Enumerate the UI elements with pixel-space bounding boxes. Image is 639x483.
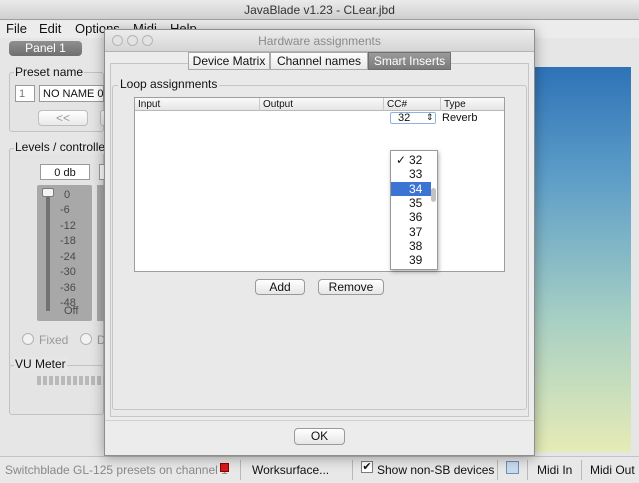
ok-button[interactable]: OK — [294, 428, 345, 445]
fader-tick: -18 — [60, 235, 76, 247]
table-header: Input Output CC# Type — [135, 98, 504, 111]
cc-option[interactable]: 38 — [391, 239, 431, 253]
loop-assignments-title: Loop assignments — [118, 77, 220, 91]
cc-option[interactable]: 39 — [391, 253, 431, 267]
checkmark-icon: ✓ — [396, 153, 407, 167]
tab-smart-inserts[interactable]: Smart Inserts — [368, 52, 451, 70]
cc-option[interactable]: ✓ 32 — [391, 153, 431, 167]
cc-option[interactable]: 35 — [391, 196, 431, 210]
loop-assignments-table: Input Output CC# Type 32 ⇕ Reverb — [134, 97, 505, 272]
tab-device-matrix[interactable]: Device Matrix — [188, 52, 270, 70]
add-button[interactable]: Add — [255, 279, 305, 295]
midi-out-indicator: Midi Out — [590, 463, 635, 477]
preset-name-field[interactable]: NO NAME 00 — [39, 85, 104, 102]
window-icon[interactable] — [506, 461, 519, 474]
worksurface-button[interactable]: Worksurface... — [252, 463, 329, 477]
status-separator — [352, 460, 353, 480]
cc-number-combo[interactable]: 32 ⇕ — [390, 112, 436, 124]
fader-handle[interactable] — [42, 188, 54, 197]
status-separator — [497, 460, 498, 480]
cc-combo-value: 32 — [398, 112, 411, 124]
vu-meter-group — [9, 365, 104, 415]
status-bar: Switchblade GL-125 presets on channel 1 … — [0, 456, 639, 483]
tab-channel-names[interactable]: Channel names — [270, 52, 368, 70]
fader-tick: -12 — [60, 220, 76, 232]
menu-edit[interactable]: Edit — [39, 21, 61, 36]
fader-tick: -36 — [60, 282, 76, 294]
column-header-type[interactable]: Type — [441, 98, 504, 111]
zoom-window-icon[interactable] — [142, 35, 153, 46]
main-window-title: JavaBlade v1.23 - CLear.jbd — [0, 0, 639, 20]
dialog-title: Hardware assignments — [105, 30, 534, 52]
fader-tick: 0 — [64, 189, 71, 201]
show-non-sb-label: Show non-SB devices — [377, 463, 495, 477]
column-header-output[interactable]: Output — [260, 98, 384, 111]
column-header-cc[interactable]: CC# — [384, 98, 441, 111]
tab-panel-1[interactable]: Panel 1 — [9, 41, 82, 56]
dropdown-scrollbar[interactable] — [431, 188, 436, 202]
level-value-field[interactable]: 0 db — [40, 164, 90, 180]
fixed-radio-label: Fixed — [39, 333, 69, 347]
previous-preset-button[interactable]: << — [38, 110, 88, 126]
vu-meter-bar — [37, 376, 109, 385]
hardware-assignments-dialog: Hardware assignments Device Matrix Chann… — [104, 29, 535, 456]
dialog-divider — [105, 420, 534, 421]
preset-group-title: Preset name — [14, 65, 85, 79]
fader-tick: -6 — [60, 204, 70, 216]
vu-meter-title: VU Meter — [14, 357, 67, 371]
fader-slot — [46, 195, 50, 311]
close-window-icon[interactable] — [112, 35, 123, 46]
minimize-window-icon[interactable] — [127, 35, 138, 46]
remove-button[interactable]: Remove — [318, 279, 384, 295]
d-radio[interactable] — [80, 333, 92, 345]
status-separator — [240, 460, 241, 480]
midi-in-indicator: Midi In — [537, 463, 573, 477]
cc-option-highlighted[interactable]: 34 — [391, 182, 431, 196]
menu-file[interactable]: File — [6, 21, 27, 36]
preset-number-field[interactable]: 1 — [15, 85, 35, 102]
fixed-radio[interactable] — [22, 333, 34, 345]
column-header-input[interactable]: Input — [135, 98, 260, 111]
status-preset-info: Switchblade GL-125 presets on channel 1 — [5, 463, 228, 477]
fader-tick: -30 — [60, 266, 76, 278]
color-gradient-display — [535, 67, 631, 452]
row-type-cell[interactable]: Reverb — [442, 112, 477, 125]
combo-stepper-icon: ⇕ — [426, 112, 434, 122]
cc-option[interactable]: 33 — [391, 167, 431, 181]
cc-option[interactable]: 36 — [391, 210, 431, 224]
levels-group-title: Levels / controlle — [14, 140, 107, 154]
cc-option[interactable]: 37 — [391, 225, 431, 239]
status-separator — [527, 460, 528, 480]
show-non-sb-checkbox[interactable]: ✔ — [361, 461, 373, 473]
fader-tick: Off — [64, 305, 79, 317]
fader-tick: -24 — [60, 251, 76, 263]
midi-led-icon — [220, 463, 229, 472]
status-separator — [581, 460, 582, 480]
cc-dropdown-menu: ✓ 32 33 34 35 36 37 38 39 — [390, 150, 438, 270]
